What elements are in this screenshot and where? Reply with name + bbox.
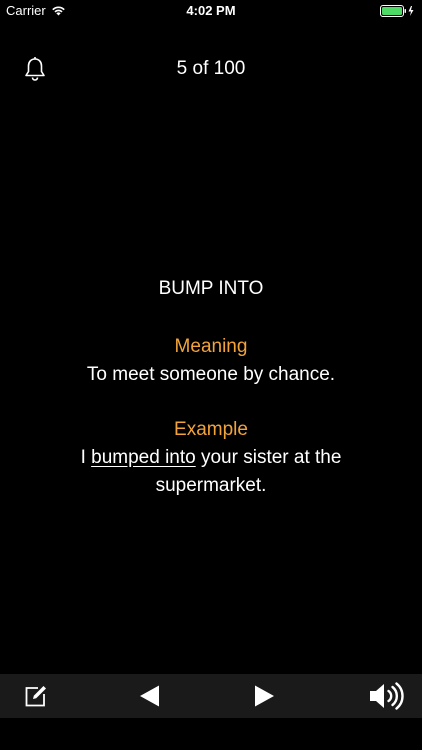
- meaning-text: To meet someone by chance.: [86, 364, 336, 385]
- speaker-button[interactable]: [362, 674, 410, 718]
- previous-button[interactable]: [128, 674, 172, 718]
- home-indicator-area: [0, 718, 422, 750]
- battery-indicator: [380, 5, 416, 17]
- phrase-card: BUMP INTO Meaning To meet someone by cha…: [20, 275, 402, 527]
- example-text: I bumped into your sister at the superma…: [20, 444, 402, 500]
- nav-bar: 5 of 100: [0, 46, 422, 92]
- example-label: Example: [174, 419, 248, 440]
- status-time: 4:02 PM: [186, 3, 236, 18]
- status-bar: Carrier 4:02 PM: [0, 0, 422, 22]
- example-prefix: I: [80, 447, 92, 468]
- edit-icon: [25, 686, 46, 707]
- example-line1-suffix: your sister at the: [195, 447, 342, 468]
- battery-icon: [380, 5, 414, 17]
- edit-button[interactable]: [14, 674, 58, 718]
- example-line2: supermarket.: [155, 475, 267, 496]
- example-highlight: bumped into: [91, 447, 196, 468]
- bottom-toolbar: [0, 674, 422, 718]
- phrase-title: BUMP INTO: [158, 278, 264, 299]
- next-button[interactable]: [242, 674, 286, 718]
- meaning-label: Meaning: [174, 336, 248, 357]
- previous-icon: [140, 685, 159, 707]
- speaker-icon: [370, 682, 404, 710]
- next-icon: [255, 685, 274, 707]
- card-counter: 5 of 100: [176, 58, 246, 79]
